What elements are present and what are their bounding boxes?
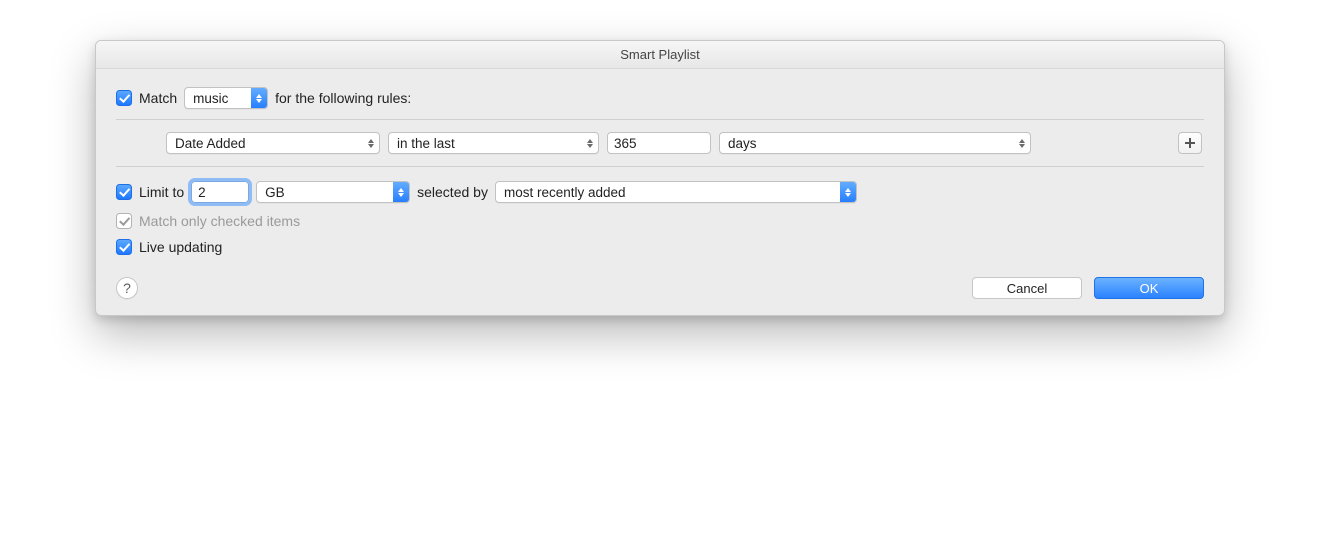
dialog-footer: ? Cancel OK (116, 277, 1204, 299)
rule-unit-value: days (728, 136, 757, 151)
rule-value-text: 365 (614, 136, 637, 151)
media-type-select[interactable]: music (184, 87, 268, 109)
chevron-updown-icon (840, 182, 856, 202)
live-updating-checkbox[interactable] (116, 239, 132, 255)
chevron-updown-icon (582, 133, 598, 153)
chevron-updown-icon (363, 133, 379, 153)
rule-row: Date Added in the last 365 days (116, 132, 1204, 154)
rule-field-select[interactable]: Date Added (166, 132, 380, 154)
chevron-updown-icon (251, 88, 267, 108)
selected-by-value: most recently added (504, 185, 626, 200)
rule-value-input[interactable]: 365 (607, 132, 711, 154)
ok-button[interactable]: OK (1094, 277, 1204, 299)
rule-operator-value: in the last (397, 136, 455, 151)
chevron-updown-icon (1014, 133, 1030, 153)
selected-by-select[interactable]: most recently added (495, 181, 857, 203)
dialog-content: Match music for the following rules: Dat… (96, 69, 1224, 315)
live-updating-row: Live updating (116, 239, 1204, 255)
match-checked-label: Match only checked items (139, 213, 300, 229)
window-title: Smart Playlist (96, 41, 1224, 69)
match-row: Match music for the following rules: (116, 87, 1204, 109)
match-checked-row: Match only checked items (116, 213, 1204, 229)
limit-row: Limit to 2 GB selected by most recently … (116, 181, 1204, 203)
match-checkbox[interactable] (116, 90, 132, 106)
limit-value-text: 2 (198, 185, 206, 200)
help-button[interactable]: ? (116, 277, 138, 299)
limit-unit-select[interactable]: GB (256, 181, 410, 203)
match-checked-checkbox (116, 213, 132, 229)
rule-operator-select[interactable]: in the last (388, 132, 599, 154)
add-rule-button[interactable] (1178, 132, 1202, 154)
match-suffix-label: for the following rules: (275, 90, 411, 106)
selected-by-label: selected by (417, 184, 488, 200)
limit-checkbox[interactable] (116, 184, 132, 200)
rules-container: Date Added in the last 365 days (116, 119, 1204, 167)
limit-unit-value: GB (265, 185, 285, 200)
match-label: Match (139, 90, 177, 106)
limit-value-input[interactable]: 2 (191, 181, 249, 203)
live-updating-label: Live updating (139, 239, 222, 255)
plus-icon (1184, 137, 1196, 149)
chevron-updown-icon (393, 182, 409, 202)
cancel-button[interactable]: Cancel (972, 277, 1082, 299)
limit-label: Limit to (139, 184, 184, 200)
smart-playlist-dialog: Smart Playlist Match music for the follo… (95, 40, 1225, 316)
rule-field-value: Date Added (175, 136, 246, 151)
media-type-value: music (193, 91, 228, 106)
rule-unit-select[interactable]: days (719, 132, 1031, 154)
